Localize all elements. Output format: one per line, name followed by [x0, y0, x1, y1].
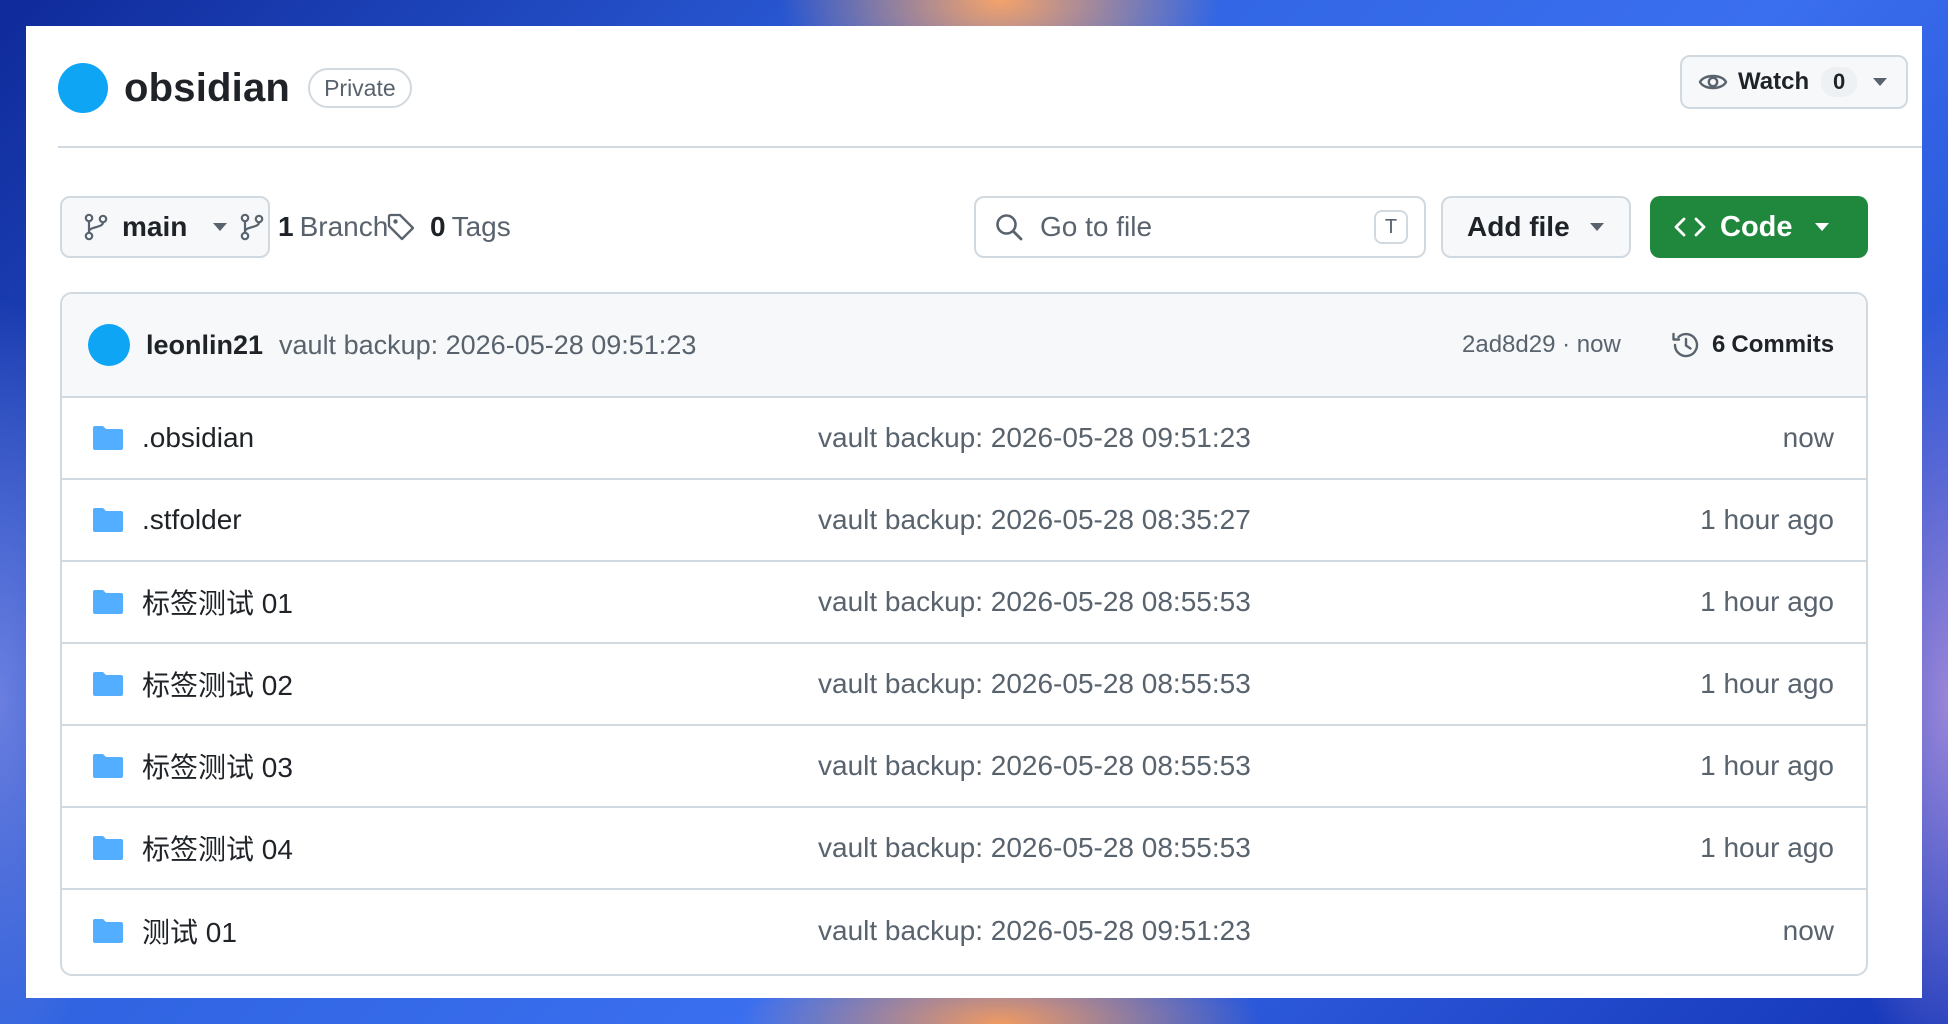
watch-count: 0 [1821, 67, 1858, 97]
file-name[interactable]: 标签测试 02 [142, 664, 293, 704]
code-button[interactable]: Code [1650, 196, 1868, 258]
file-age: 1 hour ago [1700, 832, 1834, 863]
repo-header: obsidian Private [58, 60, 412, 116]
commits-link[interactable]: 6 Commits [1670, 329, 1834, 361]
chevron-down-icon [1814, 223, 1829, 231]
search-icon [994, 212, 1024, 242]
folder-icon [92, 507, 124, 533]
commits-count: 6 [1712, 331, 1726, 358]
folder-icon [92, 918, 124, 944]
code-label: Code [1720, 210, 1793, 243]
git-branch-icon [240, 213, 264, 241]
file-name[interactable]: .obsidian [142, 422, 254, 454]
branch-count: 1 [278, 211, 294, 242]
folder-icon [92, 589, 124, 615]
folder-icon [92, 425, 124, 451]
chevron-down-icon[interactable] [1873, 78, 1888, 86]
file-name[interactable]: 测试 01 [142, 911, 237, 951]
eye-icon [1698, 71, 1728, 93]
file-name[interactable]: 标签测试 01 [142, 582, 293, 622]
table-row[interactable]: .stfolder vault backup: 2026-05-28 08:35… [62, 480, 1866, 562]
file-age: 1 hour ago [1700, 504, 1834, 535]
file-name[interactable]: 标签测试 04 [142, 828, 293, 868]
file-age: now [1782, 422, 1834, 453]
go-to-file-input[interactable] [1038, 210, 1342, 244]
file-commit-message[interactable]: vault backup: 2026-05-28 08:35:27 [818, 504, 1251, 536]
file-commit-message[interactable]: vault backup: 2026-05-28 08:55:53 [818, 832, 1251, 864]
file-commit-message[interactable]: vault backup: 2026-05-28 08:55:53 [818, 750, 1251, 782]
folder-icon [92, 753, 124, 779]
go-to-file-field[interactable]: T [974, 196, 1426, 258]
table-row[interactable]: 标签测试 04 vault backup: 2026-05-28 08:55:5… [62, 808, 1866, 890]
add-file-button[interactable]: Add file [1441, 196, 1631, 258]
repo-title[interactable]: obsidian [124, 66, 290, 111]
code-icon [1674, 216, 1706, 238]
table-row[interactable]: 标签测试 02 vault backup: 2026-05-28 08:55:5… [62, 644, 1866, 726]
watch-button[interactable]: Watch 0 [1680, 55, 1908, 109]
commit-sha-time[interactable]: 2ad8d29 · now [1462, 331, 1621, 359]
commit-message[interactable]: vault backup: 2026-05-28 09:51:23 [279, 330, 696, 361]
history-icon [1670, 329, 1702, 361]
folder-icon [92, 671, 124, 697]
table-row[interactable]: 标签测试 03 vault backup: 2026-05-28 08:55:5… [62, 726, 1866, 808]
file-commit-message[interactable]: vault backup: 2026-05-28 09:51:23 [818, 915, 1251, 947]
branch-name: main [122, 211, 188, 242]
branch-select[interactable]: main [60, 196, 270, 258]
file-age: 1 hour ago [1700, 750, 1834, 781]
file-age: now [1782, 915, 1834, 946]
file-commit-message[interactable]: vault backup: 2026-05-28 08:55:53 [818, 586, 1251, 618]
table-row[interactable]: .obsidian vault backup: 2026-05-28 09:51… [62, 398, 1866, 480]
watch-label: Watch [1738, 68, 1810, 95]
tags-link[interactable]: 0 Tags [386, 198, 511, 256]
commit-author[interactable]: leonlin21 [146, 330, 263, 361]
file-age: 1 hour ago [1700, 668, 1834, 699]
shortcut-key: T [1374, 210, 1408, 244]
add-file-label: Add file [1467, 211, 1570, 242]
visibility-badge: Private [308, 68, 412, 108]
repo-page: obsidian Private Watch 0 main 1 Branch 0… [26, 26, 1922, 998]
chevron-down-icon [1589, 223, 1604, 231]
table-row[interactable]: 测试 01 vault backup: 2026-05-28 09:51:23 … [62, 890, 1866, 972]
repo-avatar[interactable] [58, 63, 108, 113]
file-age: 1 hour ago [1700, 586, 1834, 617]
git-branch-icon [84, 213, 108, 241]
table-row[interactable]: 标签测试 01 vault backup: 2026-05-28 08:55:5… [62, 562, 1866, 644]
file-commit-message[interactable]: vault backup: 2026-05-28 08:55:53 [818, 668, 1251, 700]
tag-count: 0 [430, 211, 446, 242]
header-divider [58, 146, 1922, 148]
chevron-down-icon [213, 223, 228, 231]
file-name[interactable]: .stfolder [142, 504, 242, 536]
file-name[interactable]: 标签测试 03 [142, 746, 293, 786]
branches-link[interactable]: 1 Branch [240, 198, 388, 256]
file-table: leonlin21 vault backup: 2026-05-28 09:51… [60, 292, 1868, 976]
latest-commit-bar: leonlin21 vault backup: 2026-05-28 09:51… [62, 294, 1866, 398]
tag-icon [386, 212, 416, 242]
commits-label: Commits [1731, 331, 1835, 358]
avatar[interactable] [88, 324, 130, 366]
branch-label: Branch [299, 211, 389, 242]
folder-icon [92, 835, 124, 861]
file-commit-message[interactable]: vault backup: 2026-05-28 09:51:23 [818, 422, 1251, 454]
tag-label: Tags [451, 211, 511, 242]
